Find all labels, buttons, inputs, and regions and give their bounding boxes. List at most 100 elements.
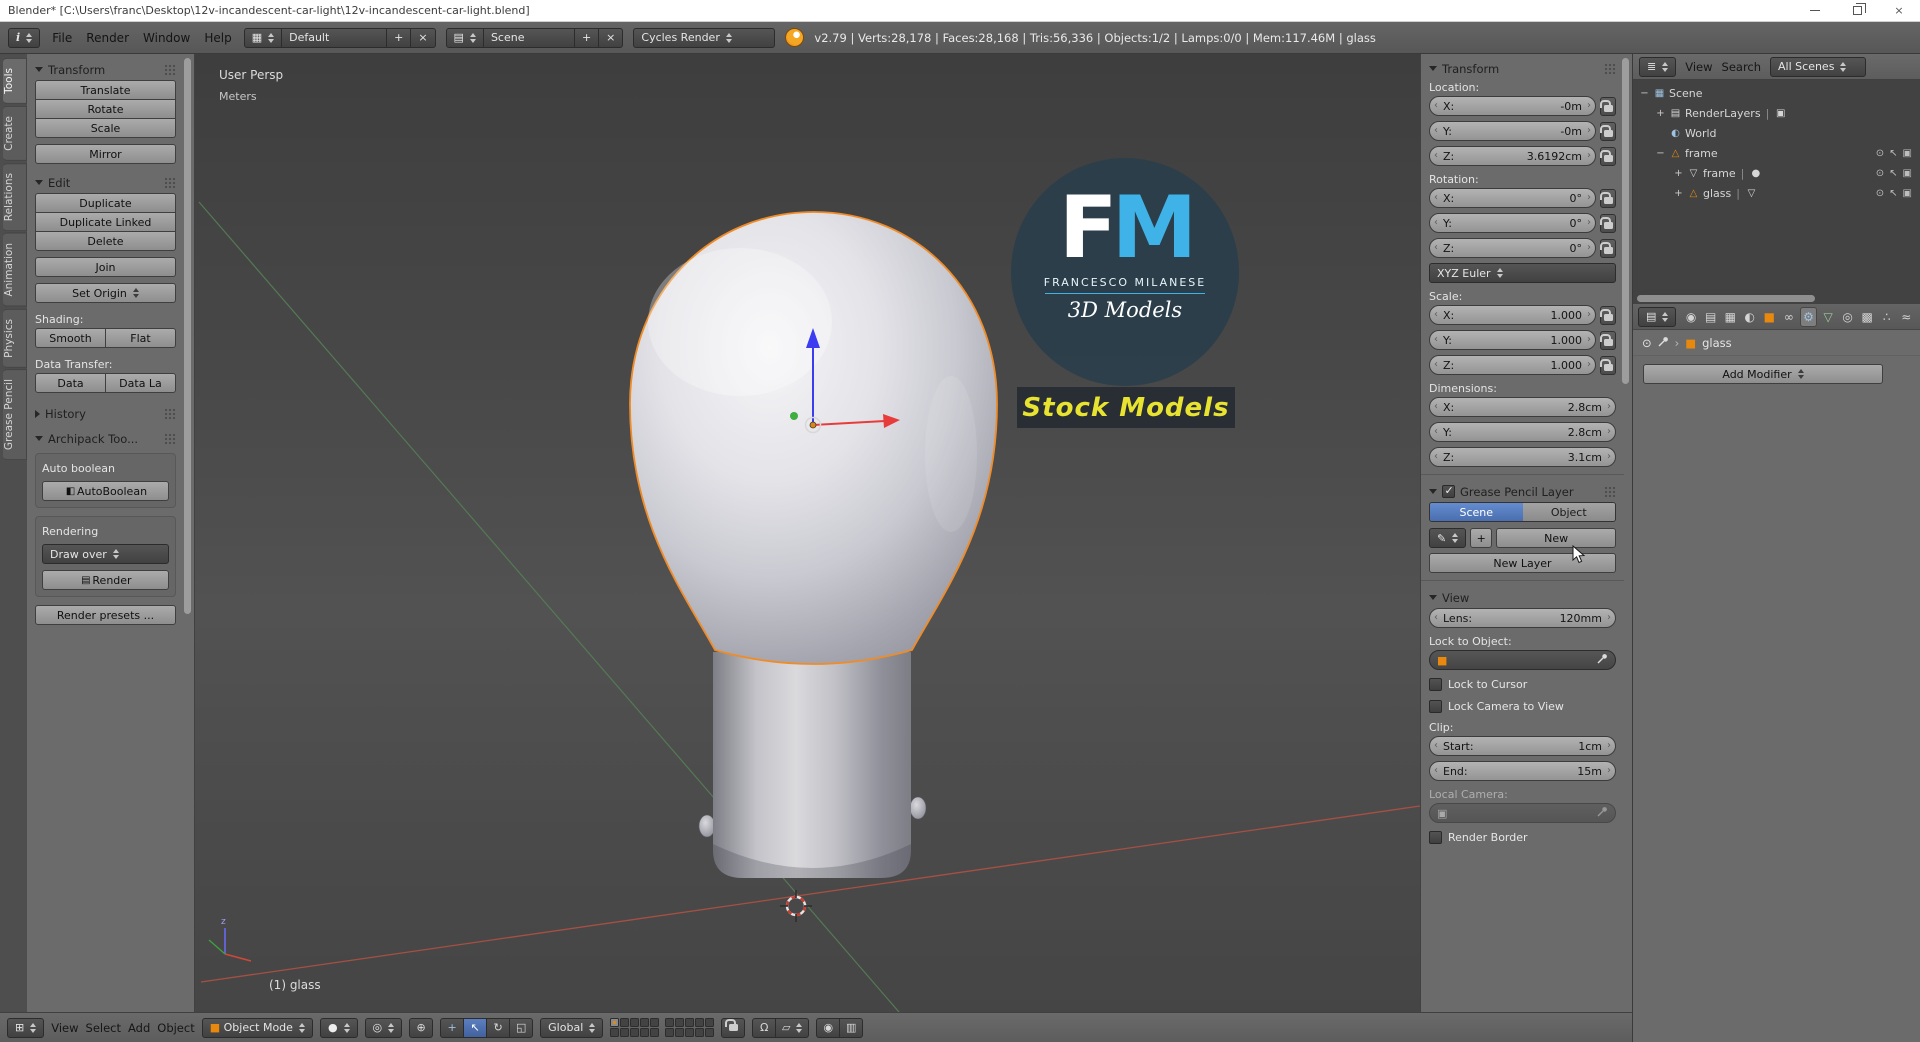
tab-modifiers[interactable]: ⚙ bbox=[1799, 306, 1818, 327]
translate-manipulator[interactable] bbox=[790, 328, 900, 434]
lock-to-cursor-checkbox[interactable] bbox=[1429, 678, 1442, 691]
menu-window[interactable]: Window bbox=[141, 31, 192, 45]
location-x-field[interactable]: X:-0m bbox=[1429, 96, 1596, 116]
tree-item-glass-object[interactable]: + △ glass | ▽ ⊙ ↖ ▣ bbox=[1635, 183, 1918, 203]
panel-header-view[interactable]: View bbox=[1429, 587, 1616, 608]
outliner-menu-view[interactable]: View bbox=[1685, 60, 1712, 74]
layer-toggle[interactable] bbox=[650, 1028, 660, 1037]
snap-element-select[interactable]: ▱ bbox=[775, 1017, 810, 1038]
eyedropper-icon[interactable] bbox=[1597, 653, 1608, 667]
delete-scene-button[interactable]: × bbox=[598, 27, 624, 48]
scale-button[interactable]: Scale bbox=[35, 118, 176, 138]
scene-name[interactable]: Scene bbox=[482, 27, 575, 48]
editor-type-outliner-button[interactable]: ≣ bbox=[1639, 56, 1677, 77]
transform-orientation-select[interactable]: Global bbox=[540, 1017, 604, 1038]
scale-x-field[interactable]: X:1.000 bbox=[1429, 305, 1596, 325]
screen-layout-browse-button[interactable]: ▦ bbox=[243, 27, 283, 48]
lock-to-object-field[interactable]: ■ bbox=[1429, 650, 1616, 670]
outliner-menu-search[interactable]: Search bbox=[1722, 60, 1762, 74]
data-transfer-layout-button[interactable]: Data La bbox=[105, 373, 176, 393]
rotation-y-field[interactable]: Y:0° bbox=[1429, 213, 1596, 233]
add-modifier-menu[interactable]: Add Modifier bbox=[1643, 364, 1883, 384]
mode-select[interactable]: ■ Object Mode bbox=[201, 1017, 313, 1038]
hide-icon[interactable]: ⊙ bbox=[1876, 188, 1884, 199]
outliner-display-mode-select[interactable]: All Scenes bbox=[1770, 56, 1867, 77]
lock-scale-y-button[interactable] bbox=[1599, 330, 1616, 350]
toolshelf-scrollbar[interactable] bbox=[184, 58, 191, 614]
renderable-icon[interactable]: ▣ bbox=[1903, 168, 1912, 179]
scene-lock-toggle[interactable] bbox=[721, 1017, 746, 1038]
eyedropper-icon[interactable] bbox=[1658, 336, 1669, 350]
manipulator-translate-toggle[interactable]: ↖ bbox=[463, 1017, 488, 1038]
panel-drag-icon[interactable] bbox=[164, 64, 176, 75]
expand-icon[interactable]: + bbox=[1655, 108, 1666, 119]
layer-toggle[interactable] bbox=[630, 1018, 640, 1027]
gp-new-button[interactable]: New bbox=[1496, 528, 1616, 548]
layer-toggle[interactable] bbox=[630, 1028, 640, 1037]
renderable-icon[interactable]: ▣ bbox=[1903, 188, 1912, 199]
toolshelf-tab-grease-pencil[interactable]: Grease Pencil bbox=[3, 369, 27, 461]
panel-header-edit[interactable]: Edit bbox=[35, 172, 176, 193]
layer-toggle[interactable] bbox=[685, 1028, 695, 1037]
manipulator-rotate-toggle[interactable]: ↻ bbox=[486, 1017, 511, 1038]
gp-tab-object[interactable]: Object bbox=[1522, 503, 1615, 521]
layer-toggle[interactable] bbox=[620, 1018, 630, 1027]
data-transfer-data-button[interactable]: Data bbox=[35, 373, 106, 393]
editor-type-info-button[interactable]: i bbox=[8, 27, 41, 48]
manipulator-z-arrow[interactable] bbox=[806, 328, 820, 348]
layer-toggle[interactable] bbox=[675, 1018, 685, 1027]
lock-location-y-button[interactable] bbox=[1599, 121, 1616, 141]
npanel-scrollbar[interactable] bbox=[1622, 58, 1629, 384]
layer-toggle[interactable] bbox=[610, 1028, 620, 1037]
selectable-icon[interactable]: ↖ bbox=[1889, 168, 1897, 179]
layer-toggle[interactable] bbox=[620, 1028, 630, 1037]
panel-drag-icon[interactable] bbox=[1604, 486, 1616, 497]
expand-icon[interactable]: + bbox=[1673, 188, 1684, 199]
hide-icon[interactable]: ⊙ bbox=[1876, 168, 1884, 179]
manipulator-toggle[interactable]: + bbox=[440, 1017, 465, 1038]
tree-item-renderlayers[interactable]: + ▤ RenderLayers | ▣ bbox=[1635, 103, 1918, 123]
layer-toggle[interactable] bbox=[695, 1018, 705, 1027]
pivot-point-select[interactable]: ◎ bbox=[364, 1017, 403, 1038]
duplicate-linked-button[interactable]: Duplicate Linked bbox=[35, 212, 176, 232]
tab-material[interactable]: ◎ bbox=[1839, 307, 1857, 327]
clip-end-field[interactable]: End:15m bbox=[1429, 761, 1616, 781]
dimensions-y-field[interactable]: Y:2.8cm bbox=[1429, 422, 1616, 442]
expand-icon[interactable]: + bbox=[1673, 168, 1684, 179]
menu-render[interactable]: Render bbox=[84, 31, 131, 45]
panel-header-history[interactable]: History bbox=[35, 403, 176, 424]
tree-item-world[interactable]: ◐ World bbox=[1635, 123, 1918, 143]
translate-button[interactable]: Translate bbox=[35, 80, 176, 100]
editor-type-view3d-button[interactable]: ⊞ bbox=[7, 1017, 45, 1038]
lock-camera-checkbox[interactable] bbox=[1429, 700, 1442, 713]
tree-item-frame-object[interactable]: − △ frame ⊙ ↖ ▣ bbox=[1635, 143, 1918, 163]
mirror-button[interactable]: Mirror bbox=[35, 144, 176, 164]
rotate-button[interactable]: Rotate bbox=[35, 99, 176, 119]
shade-smooth-button[interactable]: Smooth bbox=[35, 328, 106, 348]
viewport-shading-select[interactable]: ● bbox=[319, 1017, 358, 1038]
panel-header-transform[interactable]: Transform bbox=[35, 59, 176, 80]
eyedropper-icon[interactable] bbox=[1597, 806, 1608, 820]
minimize-button[interactable] bbox=[1794, 0, 1836, 21]
scale-y-field[interactable]: Y:1.000 bbox=[1429, 330, 1596, 350]
set-origin-menu[interactable]: Set Origin bbox=[35, 283, 176, 303]
scene-browse-button[interactable]: ▤ bbox=[445, 27, 484, 48]
shade-flat-button[interactable]: Flat bbox=[105, 328, 176, 348]
opengl-render-image-button[interactable]: ◉ bbox=[816, 1017, 841, 1038]
location-z-field[interactable]: Z:3.6192cm bbox=[1429, 146, 1596, 166]
layer-toggle[interactable] bbox=[650, 1018, 660, 1027]
layer-toggle[interactable] bbox=[675, 1028, 685, 1037]
toolshelf-tab-tools[interactable]: Tools bbox=[3, 58, 27, 104]
location-y-field[interactable]: Y:-0m bbox=[1429, 121, 1596, 141]
render-engine-select[interactable]: Cycles Render bbox=[633, 27, 776, 48]
panel-drag-icon[interactable] bbox=[164, 408, 176, 419]
manipulator-scale-toggle[interactable]: ◱ bbox=[509, 1017, 534, 1038]
layer-toggle[interactable] bbox=[665, 1028, 675, 1037]
rotation-x-field[interactable]: X:0° bbox=[1429, 188, 1596, 208]
duplicate-button[interactable]: Duplicate bbox=[35, 193, 176, 213]
menu-add[interactable]: Add bbox=[128, 1021, 150, 1035]
lock-rotation-z-button[interactable] bbox=[1599, 238, 1616, 258]
editor-type-properties-button[interactable]: ▤ bbox=[1638, 306, 1677, 327]
lock-rotation-x-button[interactable] bbox=[1599, 188, 1616, 208]
manipulator-y-handle[interactable] bbox=[790, 412, 798, 420]
